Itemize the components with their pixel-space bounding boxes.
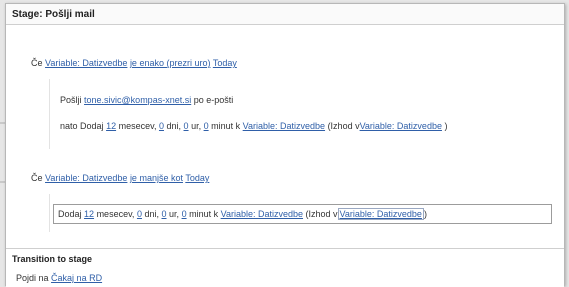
days-label: dni, bbox=[166, 121, 182, 131]
stage-card: Stage: Pošlji mail Če Variable: Datizved… bbox=[5, 3, 565, 287]
send-email-action: Pošlji tone.sivic@kompas-xnet.si po e-po… bbox=[60, 95, 233, 105]
days-label: dni, bbox=[144, 209, 159, 219]
condition-line-1: Če Variable: Datizvedbe je enako (prezri… bbox=[31, 58, 237, 68]
minutes-link[interactable]: 0 bbox=[204, 121, 209, 131]
condition-value-link[interactable]: Today bbox=[185, 173, 209, 183]
stage-title: Stage: Pošlji mail bbox=[12, 9, 95, 20]
hours-label: ur, bbox=[191, 121, 202, 131]
transition-action: Pojdi na Čakaj na RD bbox=[16, 273, 102, 283]
condition-operator-link[interactable]: je enako (prezri uro) bbox=[130, 58, 211, 68]
close-paren: ) bbox=[423, 209, 427, 219]
add-time-action-1: nato Dodaj 12 mesecev, 0 dni, 0 ur, 0 mi… bbox=[60, 121, 447, 131]
source-variable-link[interactable]: Variable: Datizvedbe bbox=[243, 121, 325, 131]
add-time-action-2: Dodaj 12 mesecev, 0 dni, 0 ur, 0 minut k… bbox=[58, 208, 427, 220]
send-label: Pošlji bbox=[60, 95, 82, 105]
months-label: mesecev, bbox=[118, 121, 157, 131]
months-link[interactable]: 12 bbox=[84, 209, 94, 219]
minutes-link[interactable]: 0 bbox=[182, 209, 187, 219]
goto-label: Pojdi na bbox=[16, 273, 49, 283]
condition-1-actions bbox=[49, 79, 556, 149]
months-label: mesecev, bbox=[96, 209, 135, 219]
condition-value-link[interactable]: Today bbox=[213, 58, 237, 68]
email-recipient-link[interactable]: tone.sivic@kompas-xnet.si bbox=[84, 95, 191, 105]
output-label: (Izhod v bbox=[327, 121, 360, 131]
email-suffix: po e-pošti bbox=[193, 95, 234, 105]
source-variable-link[interactable]: Variable: Datizvedbe bbox=[221, 209, 303, 219]
hours-link[interactable]: 0 bbox=[162, 209, 167, 219]
hours-link[interactable]: 0 bbox=[184, 121, 189, 131]
minutes-label: minut k bbox=[211, 121, 241, 131]
output-variable-link[interactable]: Variable: Datizvedbe bbox=[360, 121, 442, 131]
condition-operator-link[interactable]: je manjše kot bbox=[130, 173, 183, 183]
days-link[interactable]: 0 bbox=[137, 209, 142, 219]
transition-section: Transition to stage Pojdi na Čakaj na RD bbox=[6, 248, 564, 287]
hours-label: ur, bbox=[169, 209, 180, 219]
condition-variable-link[interactable]: Variable: Datizvedbe bbox=[45, 58, 127, 68]
output-variable-link[interactable]: Variable: Datizvedbe bbox=[337, 208, 424, 220]
target-stage-link[interactable]: Čakaj na RD bbox=[51, 273, 102, 283]
minutes-label: minut k bbox=[189, 209, 219, 219]
condition-line-2: Če Variable: Datizvedbe je manjše kot To… bbox=[31, 173, 209, 183]
condition-variable-link[interactable]: Variable: Datizvedbe bbox=[45, 173, 127, 183]
days-link[interactable]: 0 bbox=[159, 121, 164, 131]
add-label: Dodaj bbox=[58, 209, 82, 219]
stage-header: Stage: Pošlji mail bbox=[6, 4, 564, 25]
if-keyword: Če bbox=[31, 173, 43, 183]
close-paren: ) bbox=[444, 121, 448, 131]
output-label: (Izhod v bbox=[305, 209, 338, 219]
selected-action-box[interactable]: Dodaj 12 mesecev, 0 dni, 0 ur, 0 minut k… bbox=[53, 204, 552, 224]
add-then-label: nato Dodaj bbox=[60, 121, 104, 131]
months-link[interactable]: 12 bbox=[106, 121, 116, 131]
transition-title: Transition to stage bbox=[12, 254, 93, 264]
if-keyword: Če bbox=[31, 58, 43, 68]
